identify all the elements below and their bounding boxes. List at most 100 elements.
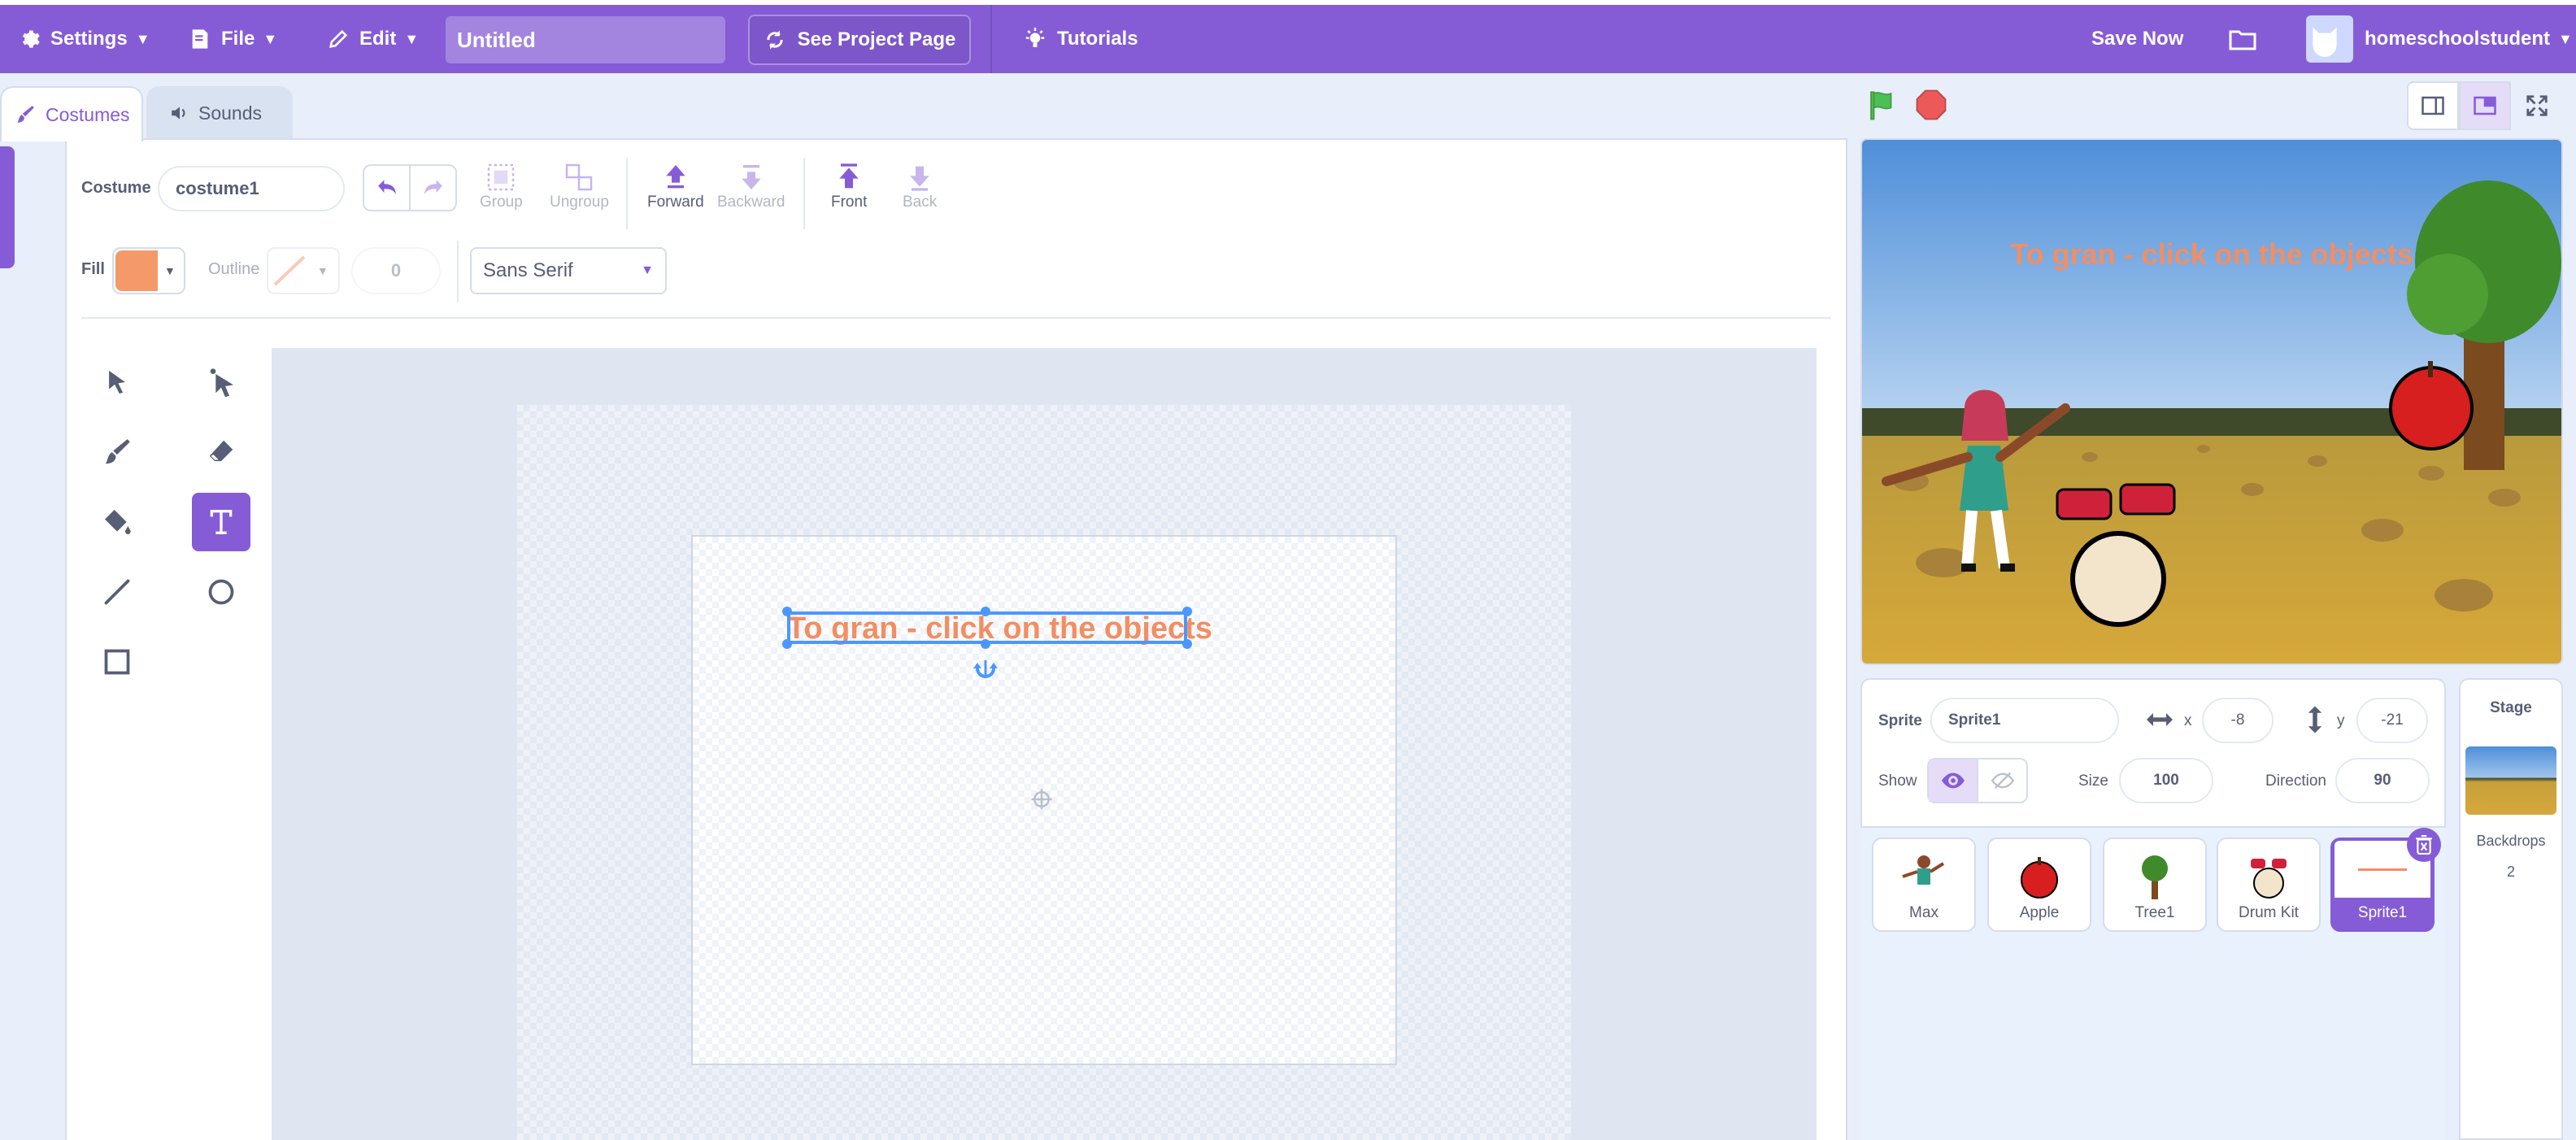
backward-button[interactable]: Backward: [717, 161, 785, 211]
y-position-input[interactable]: -21: [2356, 698, 2428, 743]
outline-width-input[interactable]: 0: [351, 247, 441, 294]
undo-button[interactable]: [364, 166, 411, 210]
see-project-page-button[interactable]: See Project Page: [748, 15, 971, 65]
tab-costumes[interactable]: Costumes: [0, 86, 143, 141]
visibility-toggle: [1927, 758, 2028, 803]
sprite-name: Sprite1: [2357, 904, 2408, 921]
tab-sounds[interactable]: Sounds: [146, 86, 293, 140]
no-color-icon: [273, 255, 306, 286]
group-icon: [488, 163, 515, 191]
stage-text-sprite[interactable]: To gran - click on the objects: [1943, 237, 2480, 272]
trash-icon: [2416, 835, 2432, 855]
direction-input[interactable]: 90: [2335, 758, 2430, 803]
fill-color-picker[interactable]: ▼: [112, 247, 185, 294]
delete-sprite-button[interactable]: [2407, 828, 2441, 862]
eraser-tool[interactable]: [192, 423, 250, 481]
text-tool[interactable]: [192, 493, 250, 551]
costume-list-strip: [0, 146, 65, 1140]
group-button[interactable]: Group: [480, 161, 523, 211]
resize-handle[interactable]: [1182, 607, 1192, 616]
small-stage-icon: [2422, 96, 2444, 115]
font-select[interactable]: Sans Serif ▼: [470, 247, 667, 294]
tab-costumes-label: Costumes: [46, 103, 130, 125]
small-stage-button[interactable]: [2407, 81, 2459, 130]
arrow-to-back-icon: [910, 166, 929, 191]
fill-label: Fill: [81, 260, 105, 278]
edit-menu[interactable]: Edit ▼: [327, 5, 419, 73]
fullscreen-button[interactable]: [2511, 81, 2563, 130]
ungroup-label: Ungroup: [550, 194, 609, 211]
sprite-tile-drum-kit[interactable]: Drum Kit: [2217, 838, 2321, 932]
back-button[interactable]: Back: [903, 161, 937, 211]
chevron-down-icon: ▼: [404, 30, 420, 47]
tree-thumbnail: [2142, 855, 2168, 899]
undo-redo-group: [363, 164, 457, 211]
sprite-name: Drum Kit: [2239, 904, 2299, 921]
redo-icon: [424, 180, 442, 195]
speaker-icon: [172, 107, 185, 120]
forward-label: Forward: [647, 194, 704, 211]
ungroup-button[interactable]: Ungroup: [550, 161, 609, 211]
file-icon: [192, 29, 208, 49]
line-icon: [104, 579, 130, 605]
chevron-down-icon: ▼: [164, 264, 176, 277]
sprite-name: Apple: [2019, 904, 2060, 921]
pencil-icon: [329, 29, 348, 48]
line-tool[interactable]: [88, 563, 146, 621]
save-now-button[interactable]: Save Now: [2091, 5, 2183, 73]
tutorials-label: Tutorials: [1057, 28, 1138, 50]
size-input[interactable]: 100: [2119, 758, 2213, 803]
backward-label: Backward: [717, 194, 785, 211]
project-title-input[interactable]: Untitled: [446, 16, 725, 63]
settings-label: Settings: [50, 28, 128, 50]
my-stuff-button[interactable]: [2228, 5, 2267, 73]
costume-label: Costume: [81, 179, 151, 197]
resize-handle[interactable]: [782, 639, 792, 649]
max-thumbnail: [1902, 855, 1945, 899]
rotate-handle-icon[interactable]: [973, 660, 999, 681]
arrow-up-icon: [666, 165, 685, 189]
redo-button[interactable]: [411, 166, 455, 210]
sprite-tile-apple[interactable]: Apple: [1987, 838, 2091, 932]
show-sprite-button[interactable]: [1929, 759, 1978, 802]
tutorials-button[interactable]: Tutorials: [1023, 5, 1138, 73]
resize-handle[interactable]: [782, 607, 792, 616]
account-menu[interactable]: homeschoolstudent ▼: [2306, 5, 2573, 73]
hide-sprite-button[interactable]: [1978, 759, 2026, 802]
front-button[interactable]: Front: [831, 161, 867, 211]
arrow-pointer-icon: [109, 370, 125, 394]
costume-name-input[interactable]: costume1: [158, 166, 345, 211]
green-flag-icon[interactable]: [1865, 88, 1899, 122]
apple-thumbnail: [2021, 857, 2058, 899]
select-tool[interactable]: [88, 353, 146, 411]
sprite-tile-max[interactable]: Max: [1872, 838, 1976, 932]
x-position-input[interactable]: -8: [2202, 698, 2274, 743]
settings-menu[interactable]: Settings ▼: [18, 5, 150, 73]
square-icon: [104, 649, 130, 675]
brush-tool[interactable]: [88, 423, 146, 481]
sprite-name-input[interactable]: Sprite1: [1930, 698, 2119, 743]
resize-handle[interactable]: [1182, 639, 1192, 649]
forward-button[interactable]: Forward: [647, 161, 704, 211]
front-label: Front: [831, 194, 868, 211]
backdrops-count: 2: [2506, 864, 2515, 880]
fill-tool[interactable]: [88, 493, 146, 551]
resize-handle[interactable]: [981, 607, 990, 616]
stage-panel-title: Stage: [2490, 699, 2532, 716]
sprite-tile-tree1[interactable]: Tree1: [2103, 838, 2207, 932]
reshape-tool[interactable]: [192, 353, 250, 411]
drum-kit-thumbnail: [2251, 859, 2287, 899]
eraser-icon: [209, 440, 233, 462]
stop-icon[interactable]: [1914, 88, 1948, 122]
back-label: Back: [903, 194, 938, 211]
cat-avatar-icon: [2313, 27, 2337, 57]
stage[interactable]: To gran - click on the objects: [1860, 138, 2563, 665]
selected-costume-indicator[interactable]: [0, 146, 15, 268]
file-menu[interactable]: File ▼: [189, 5, 277, 73]
outline-color-picker[interactable]: ▼: [267, 247, 340, 294]
circle-tool[interactable]: [192, 563, 250, 621]
resize-handle[interactable]: [981, 639, 990, 649]
rectangle-tool[interactable]: [88, 633, 146, 691]
large-stage-button[interactable]: [2459, 81, 2511, 130]
backdrop-thumbnail[interactable]: [2465, 746, 2556, 815]
